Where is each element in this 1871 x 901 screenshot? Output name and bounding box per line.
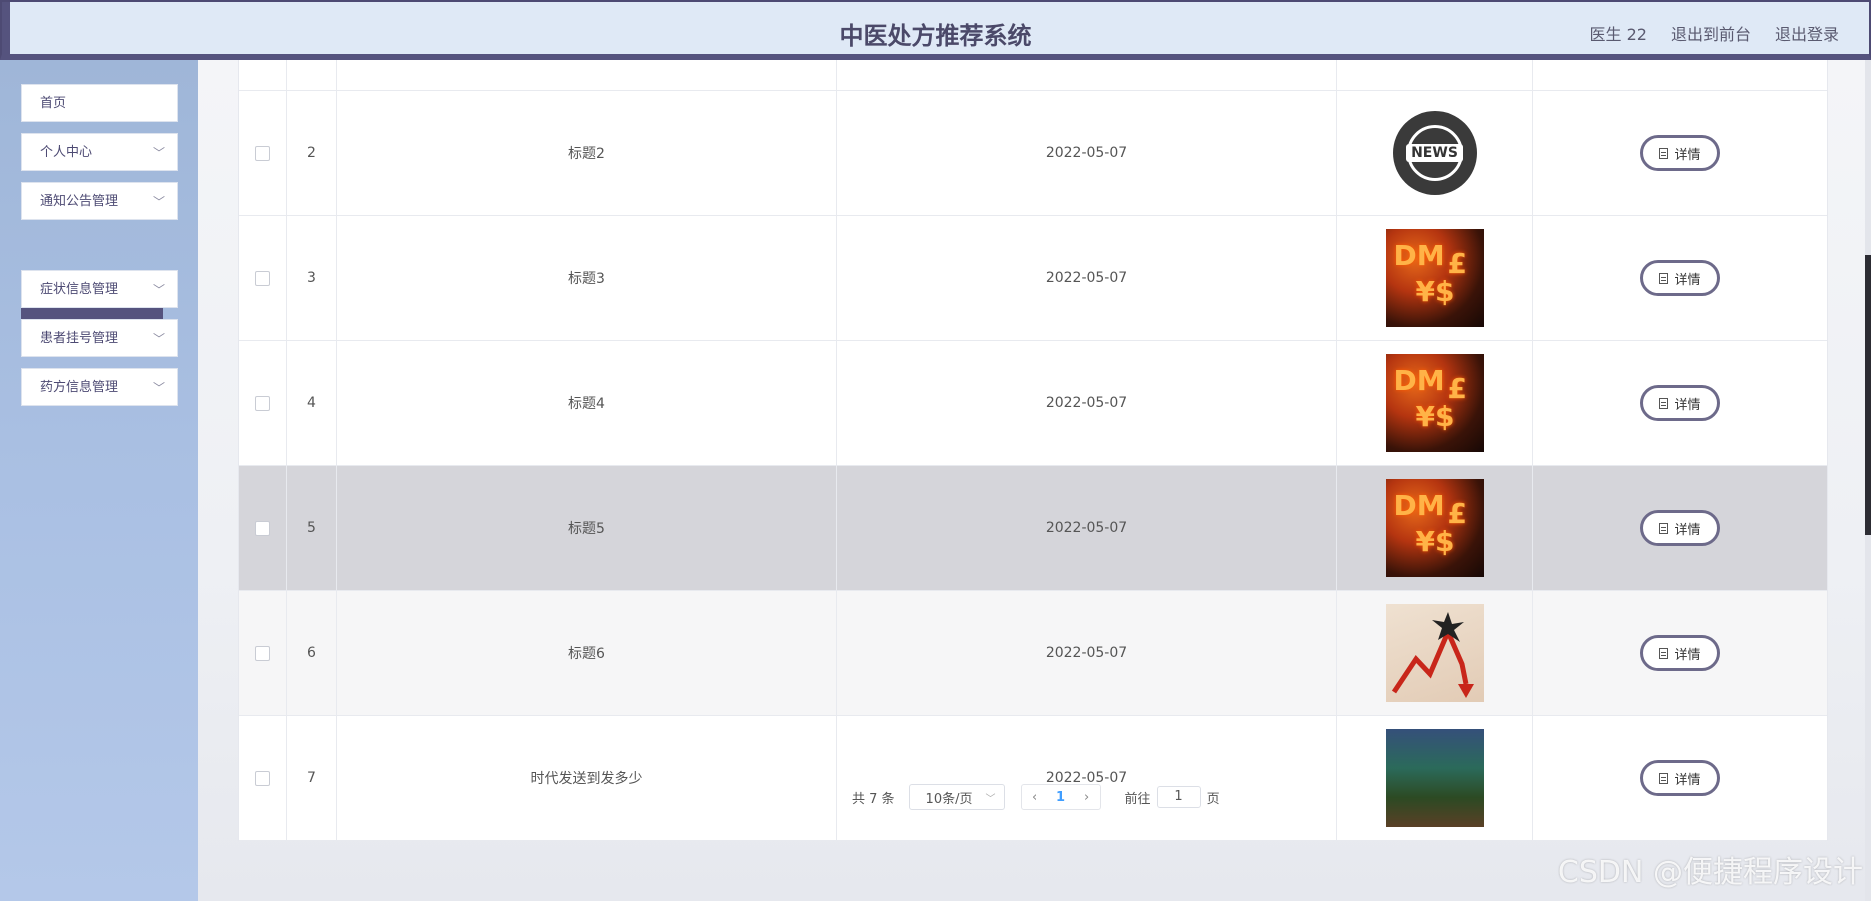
sidebar-item-symptom-management[interactable]: 症状信息管理 ﹀ bbox=[21, 270, 178, 308]
goto-page: 前往 1 页 bbox=[1125, 786, 1220, 808]
document-icon bbox=[1659, 397, 1669, 409]
goto-page-input[interactable]: 1 bbox=[1156, 786, 1201, 808]
row-date: 2022-05-07 bbox=[837, 216, 1337, 340]
row-index: 2 bbox=[287, 91, 337, 215]
sidebar-item-prescription-management[interactable]: 药方信息管理 ﹀ bbox=[21, 368, 178, 406]
row-title: 标题3 bbox=[337, 216, 837, 340]
detail-button-label: 详情 bbox=[1674, 522, 1701, 538]
chart-arrow-icon bbox=[1385, 604, 1484, 702]
row-title: 标题6 bbox=[337, 591, 837, 715]
logout-link[interactable]: 退出登录 bbox=[1775, 21, 1839, 45]
detail-button[interactable]: 详情 bbox=[1640, 635, 1720, 671]
table-row[interactable]: 5 标题5 2022-05-07 DM ¥$ £ 详情 bbox=[239, 466, 1827, 591]
page-size-value: 10条/页 bbox=[925, 791, 973, 807]
pagination: 共 7 条 10条/页 ﹀ ‹ 1 › 前往 1 页 bbox=[852, 784, 1220, 810]
row-date: 2022-05-07 bbox=[837, 466, 1337, 590]
row-checkbox[interactable] bbox=[255, 145, 270, 161]
row-checkbox[interactable] bbox=[255, 645, 270, 661]
row-date: 2022-05-07 bbox=[837, 341, 1337, 465]
document-icon bbox=[1659, 272, 1669, 284]
sidebar-item-notice-management[interactable]: 通知公告管理 ﹀ bbox=[21, 182, 178, 220]
sidebar-item-registration-management[interactable]: 患者挂号管理 ﹀ bbox=[21, 319, 178, 357]
notice-table: 2 标题2 2022-05-07 NEWS 详情 3 标题3 2022-05-0… bbox=[238, 60, 1828, 841]
page-size-select[interactable]: 10条/页 ﹀ bbox=[908, 784, 1005, 810]
money-symbols-icon: DM ¥$ £ bbox=[1385, 229, 1484, 327]
table-row[interactable]: 4 标题4 2022-05-07 DM ¥$ £ 详情 bbox=[239, 341, 1827, 466]
sidebar-item-profile[interactable]: 个人中心 ﹀ bbox=[21, 133, 178, 171]
next-page-icon[interactable]: › bbox=[1074, 790, 1100, 805]
sidebar-item-label: 通知公告管理 bbox=[40, 194, 119, 209]
detail-button-label: 详情 bbox=[1674, 397, 1701, 413]
detail-button-label: 详情 bbox=[1674, 272, 1701, 288]
sidebar-item-label: 首页 bbox=[40, 96, 67, 111]
document-icon bbox=[1659, 522, 1669, 534]
pager-total: 共 7 条 bbox=[852, 791, 895, 807]
table-row-partial bbox=[239, 60, 1827, 91]
user-name: 医生 22 bbox=[1589, 25, 1647, 44]
sidebar-item-label: 个人中心 bbox=[40, 145, 93, 160]
chevron-down-icon: ﹀ bbox=[152, 283, 165, 297]
row-title: 标题4 bbox=[337, 341, 837, 465]
row-title: 标题2 bbox=[337, 91, 837, 215]
chevron-down-icon: ﹀ bbox=[152, 381, 165, 395]
detail-button[interactable]: 详情 bbox=[1640, 260, 1720, 296]
sidebar-item-label: 药方信息管理 bbox=[40, 380, 119, 395]
sidebar: 首页 个人中心 ﹀ 通知公告管理 ﹀ 通知公告 症状信息管理 ﹀ 患者挂号管理 … bbox=[0, 60, 198, 901]
row-checkbox[interactable] bbox=[255, 270, 270, 286]
top-header: 中医处方推荐系统 医生 22 退出到前台 退出登录 bbox=[0, 0, 1871, 60]
page-buttons: ‹ 1 › bbox=[1020, 784, 1101, 810]
detail-button-label: 详情 bbox=[1674, 647, 1701, 663]
row-date: 2022-05-07 bbox=[837, 716, 1337, 840]
row-checkbox[interactable] bbox=[255, 520, 270, 536]
table-row[interactable]: 2 标题2 2022-05-07 NEWS 详情 bbox=[239, 91, 1827, 216]
detail-button[interactable]: 详情 bbox=[1640, 510, 1720, 546]
goto-prefix: 前往 bbox=[1124, 791, 1151, 807]
document-icon bbox=[1659, 147, 1669, 159]
row-title: 标题5 bbox=[337, 466, 837, 590]
row-title: 时代发送到发多少 bbox=[337, 716, 837, 840]
row-checkbox[interactable] bbox=[255, 770, 270, 786]
row-index: 3 bbox=[287, 216, 337, 340]
row-index: 6 bbox=[287, 591, 337, 715]
table-row[interactable]: 3 标题3 2022-05-07 DM ¥$ £ 详情 bbox=[239, 216, 1827, 341]
sidebar-item-home[interactable]: 首页 bbox=[21, 84, 178, 122]
landscape-icon bbox=[1385, 729, 1484, 827]
money-symbols-icon: DM ¥$ £ bbox=[1385, 479, 1484, 577]
prev-page-icon[interactable]: ‹ bbox=[1022, 790, 1048, 805]
watermark: CSDN @便捷程序设计 bbox=[1557, 855, 1863, 890]
detail-button[interactable]: 详情 bbox=[1640, 385, 1720, 421]
row-index: 4 bbox=[287, 341, 337, 465]
main-content: 2 标题2 2022-05-07 NEWS 详情 3 标题3 2022-05-0… bbox=[198, 60, 1871, 901]
row-date: 2022-05-07 bbox=[837, 591, 1337, 715]
document-icon bbox=[1659, 772, 1669, 784]
chevron-down-icon: ﹀ bbox=[152, 332, 165, 346]
scrollbar-thumb[interactable] bbox=[1865, 255, 1871, 535]
row-index: 5 bbox=[287, 466, 337, 590]
chevron-down-icon: ﹀ bbox=[152, 195, 165, 209]
header-actions: 医生 22 退出到前台 退出登录 bbox=[1590, 21, 1839, 45]
row-checkbox[interactable] bbox=[255, 395, 270, 411]
current-page-button[interactable]: 1 bbox=[1048, 790, 1074, 805]
news-icon: NEWS bbox=[1392, 111, 1477, 195]
row-index: 7 bbox=[287, 716, 337, 840]
exit-to-front-link[interactable]: 退出到前台 bbox=[1671, 21, 1751, 45]
chevron-down-icon: ﹀ bbox=[152, 146, 165, 160]
goto-suffix: 页 bbox=[1206, 791, 1220, 807]
money-symbols-icon: DM ¥$ £ bbox=[1385, 354, 1484, 452]
sidebar-item-label: 患者挂号管理 bbox=[40, 331, 119, 346]
detail-button[interactable]: 详情 bbox=[1640, 135, 1720, 171]
chevron-down-icon: ﹀ bbox=[985, 793, 996, 805]
table-row[interactable]: 6 标题6 2022-05-07 详情 bbox=[239, 591, 1827, 716]
detail-button-label: 详情 bbox=[1674, 147, 1701, 163]
sidebar-item-label: 症状信息管理 bbox=[40, 282, 119, 297]
row-date: 2022-05-07 bbox=[837, 91, 1337, 215]
table-row[interactable]: 7 时代发送到发多少 2022-05-07 详情 bbox=[239, 716, 1827, 841]
detail-button[interactable]: 详情 bbox=[1640, 760, 1720, 796]
document-icon bbox=[1659, 647, 1669, 659]
detail-button-label: 详情 bbox=[1674, 772, 1701, 788]
